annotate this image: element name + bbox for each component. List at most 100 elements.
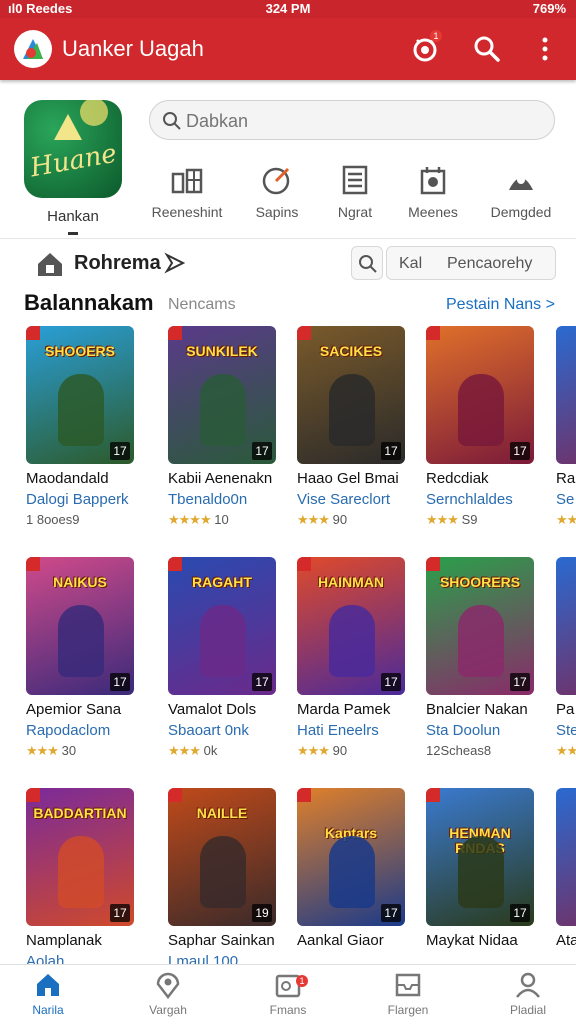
age-rating-badge: 17 xyxy=(110,442,130,460)
rating-stars-icon: ★★ xyxy=(556,743,576,758)
nav-label: Vargah xyxy=(149,1003,187,1017)
rating-value: S9 xyxy=(461,512,478,527)
age-rating-badge: 17 xyxy=(110,904,130,922)
divider xyxy=(0,238,576,239)
game-publisher[interactable]: Vise Sareclort xyxy=(297,491,390,508)
game-cover[interactable]: SUNKILEK 17 xyxy=(168,326,276,464)
cover-title: BADDARTIAN xyxy=(33,805,127,821)
game-title: Namplanak xyxy=(26,932,102,949)
game-title: Pa xyxy=(556,701,575,718)
section-search-button[interactable] xyxy=(351,246,383,280)
game-card-peek[interactable]: Pa Ste ★★ xyxy=(554,557,576,767)
search-icon xyxy=(359,255,377,273)
rating-value: 10 xyxy=(214,512,229,527)
nav-label: Narila xyxy=(32,1003,64,1017)
nav-label: Fmans xyxy=(269,1003,307,1017)
category-item[interactable]: Ngrat xyxy=(313,160,397,220)
search-icon xyxy=(163,112,181,130)
age-rating-badge: 19 xyxy=(252,904,272,922)
rating-value: 1 8ooes9 xyxy=(26,512,80,527)
age-rating-badge: 17 xyxy=(510,904,530,922)
search-bar[interactable] xyxy=(149,100,555,140)
notification-badge: 1 xyxy=(430,30,442,42)
category-item[interactable]: Sapins xyxy=(235,160,319,220)
category-item[interactable]: Demgded xyxy=(479,160,563,220)
category-item[interactable]: Meenes xyxy=(391,160,475,220)
filter-dropdown[interactable]: Kal Pencaorehy xyxy=(386,246,556,280)
category-item[interactable]: Reeneshint xyxy=(145,160,229,220)
game-publisher[interactable]: Rapodaclom xyxy=(26,722,110,739)
cover-character xyxy=(200,374,246,446)
cover-badge xyxy=(26,788,40,802)
game-card-peek[interactable]: Ra Se ★★ xyxy=(554,326,576,536)
game-cover[interactable]: SHOOERS 17 xyxy=(26,326,134,464)
game-cover[interactable]: SHOORERS 17 xyxy=(426,557,534,695)
game-publisher[interactable]: Sernchlaldes xyxy=(426,491,513,508)
arrow-icon[interactable] xyxy=(164,252,186,274)
featured-app-icon[interactable]: Huane xyxy=(24,100,122,198)
game-publisher: Se xyxy=(556,491,575,508)
category-label: Demgded xyxy=(490,204,552,220)
cover-character xyxy=(458,374,504,446)
game-publisher[interactable]: Tbenaldo0n xyxy=(168,491,247,508)
search-input[interactable] xyxy=(186,109,536,133)
game-cover[interactable]: HAINMAN 17 xyxy=(297,557,405,695)
rating-value: 90 xyxy=(332,512,348,527)
nav-item-home[interactable]: Narila xyxy=(0,971,96,1017)
game-publisher[interactable]: Sta Doolun xyxy=(426,722,500,739)
cover-badge xyxy=(297,326,311,340)
target-icon xyxy=(262,167,290,195)
game-rating: ★★ xyxy=(556,743,576,759)
cover-character xyxy=(58,605,104,677)
filter-label-a: Kal xyxy=(399,255,423,272)
search-button[interactable] xyxy=(472,34,502,64)
featured-label[interactable]: Hankan xyxy=(24,208,122,225)
cover-badge xyxy=(168,557,182,571)
cover-character xyxy=(458,605,504,677)
game-cover[interactable]: NAIKUS 17 xyxy=(26,557,134,695)
home-icon xyxy=(37,974,59,996)
game-title: Ata xyxy=(556,932,576,949)
game-cover xyxy=(556,326,576,464)
game-title: Maodandald xyxy=(26,470,109,487)
game-publisher[interactable]: Sbaoart 0nk xyxy=(168,722,249,739)
grid-book-icon xyxy=(171,168,203,194)
cover-title: NAILLE xyxy=(196,805,248,821)
notifications-button[interactable]: 1 xyxy=(410,30,442,64)
see-more-link[interactable]: Pestain Nans > xyxy=(446,296,555,314)
game-publisher[interactable]: Dalogi Bapperk xyxy=(26,491,129,508)
app-title: Uanker Uagah xyxy=(62,36,204,61)
game-rating: ★★★★ 10 xyxy=(168,512,229,528)
rating-stars-icon: ★★★★ xyxy=(168,512,212,527)
rating-value: 0k xyxy=(203,743,218,758)
game-title: Ra xyxy=(556,470,576,487)
cover-badge xyxy=(426,788,440,802)
age-rating-badge: 17 xyxy=(381,904,401,922)
nav-item-inbox[interactable]: Flargen xyxy=(360,971,456,1017)
game-cover[interactable]: NAILLE 19 xyxy=(168,788,276,926)
game-cover[interactable]: BADDARTIAN 17 xyxy=(26,788,134,926)
rating-stars-icon: ★★★ xyxy=(297,743,330,758)
list-title: Balannakam xyxy=(24,290,154,315)
nav-item-profile[interactable]: Pladial xyxy=(480,971,576,1017)
cover-title: RAGAHT xyxy=(192,574,252,590)
game-cover[interactable]: 17 xyxy=(426,326,534,464)
cover-character xyxy=(458,836,504,908)
game-publisher: Ste xyxy=(556,722,576,739)
age-rating-badge: 17 xyxy=(110,673,130,691)
cover-badge xyxy=(426,326,440,340)
overflow-menu-button[interactable] xyxy=(530,34,560,64)
game-title: Maykat Nidaa xyxy=(426,932,518,949)
game-rating: ★★★ S9 xyxy=(426,512,478,528)
game-cover[interactable]: RAGAHT 17 xyxy=(168,557,276,695)
nav-item-location[interactable]: Vargah xyxy=(120,971,216,1017)
game-cover[interactable]: HENMAN RNDAS17 xyxy=(426,788,534,926)
nav-label: Pladial xyxy=(509,1003,547,1017)
game-rating: ★★★ 90 xyxy=(297,512,347,528)
game-cover[interactable]: Kaptars 17 xyxy=(297,788,405,926)
status-bar: ıl0 Reedes 324 PM 769% xyxy=(0,0,576,18)
game-publisher[interactable]: Hati Eneelrs xyxy=(297,722,379,739)
game-cover[interactable]: SACIKES 17 xyxy=(297,326,405,464)
app-logo[interactable] xyxy=(14,30,52,68)
nav-item-calendar[interactable]: 1 Fmans xyxy=(240,971,336,1017)
